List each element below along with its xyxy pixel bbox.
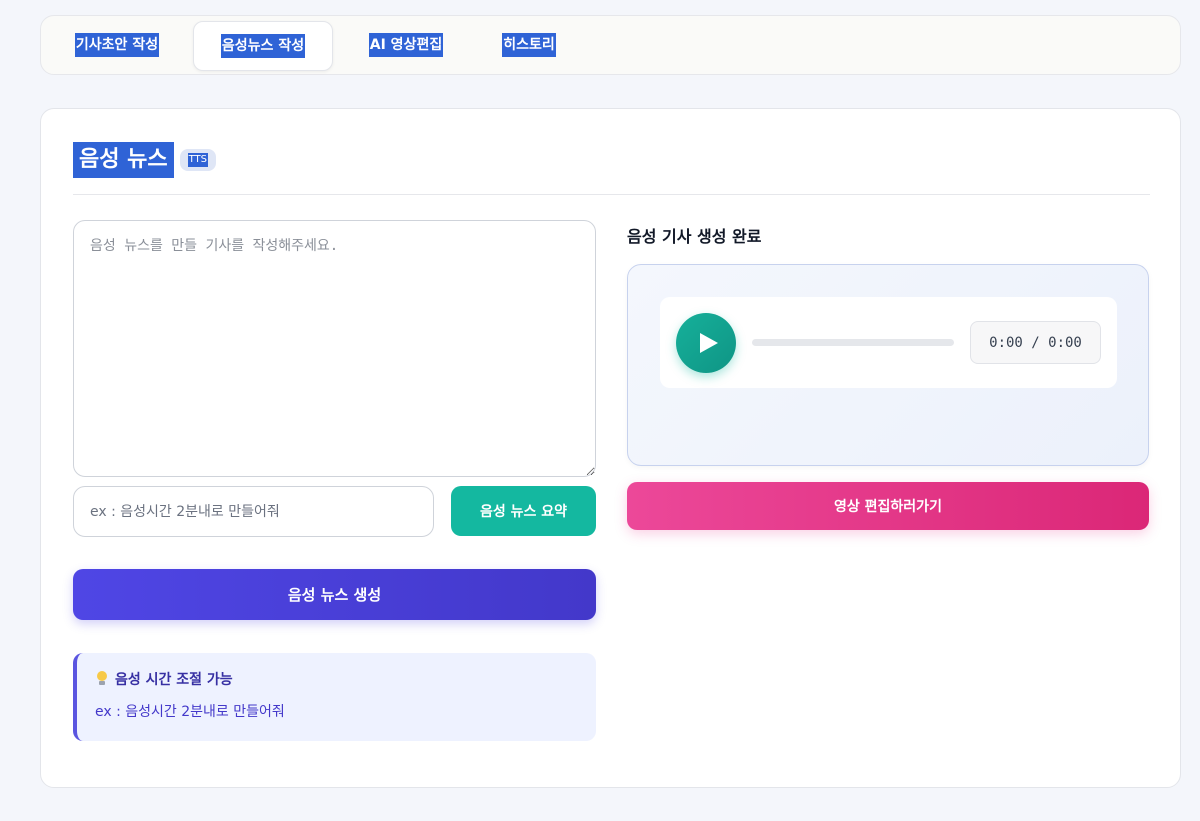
tab-audio-news[interactable]: 음성뉴스 작성 bbox=[193, 21, 333, 71]
generation-status-label: 음성 기사 생성 완료 bbox=[627, 227, 762, 246]
go-to-video-edit-button[interactable]: 영상 편집하러가기 bbox=[627, 482, 1149, 530]
lightbulb-icon bbox=[95, 670, 109, 688]
tab-label: 음성뉴스 작성 bbox=[220, 34, 306, 58]
badge-label: TTS bbox=[187, 153, 209, 167]
tip-body: ex : 음성시간 2분내로 만들어줘 bbox=[95, 704, 285, 720]
audio-result-panel: 0:00 / 0:00 bbox=[627, 264, 1149, 466]
tab-label: 히스토리 bbox=[502, 33, 556, 57]
card-header: 음성 뉴스 TTS bbox=[73, 142, 217, 178]
generate-audio-news-button[interactable]: 음성 뉴스 생성 bbox=[73, 569, 596, 620]
tab-ai-video-edit[interactable]: AI 영상편집 bbox=[359, 16, 453, 74]
play-button[interactable] bbox=[676, 313, 736, 373]
tab-label: AI 영상편집 bbox=[368, 33, 444, 57]
tip-header: 음성 시간 조절 가능 bbox=[95, 669, 578, 689]
tabs-bar: 기사초안 작성 음성뉴스 작성 AI 영상편집 히스토리 bbox=[40, 15, 1181, 75]
summarize-button[interactable]: 음성 뉴스 요약 bbox=[451, 486, 596, 536]
tip-title: 음성 시간 조절 가능 bbox=[115, 672, 233, 688]
tab-label: 기사초안 작성 bbox=[74, 33, 160, 57]
audio-player: 0:00 / 0:00 bbox=[660, 297, 1117, 388]
header-divider bbox=[73, 194, 1150, 195]
tab-history[interactable]: 히스토리 bbox=[493, 16, 565, 74]
duration-input[interactable] bbox=[73, 486, 434, 537]
tts-badge: TTS bbox=[179, 149, 217, 171]
page: 기사초안 작성 음성뉴스 작성 AI 영상편집 히스토리 음성 뉴스 TTS 음… bbox=[0, 0, 1200, 821]
tip-box: 음성 시간 조절 가능 ex : 음성시간 2분내로 만들어줘 bbox=[73, 653, 596, 741]
play-icon bbox=[700, 333, 718, 353]
audio-news-card: 음성 뉴스 TTS 음성 뉴스 요약 음성 뉴스 생성 음성 시간 조절 가능 … bbox=[40, 108, 1181, 788]
tab-article-draft[interactable]: 기사초안 작성 bbox=[67, 16, 167, 74]
time-display: 0:00 / 0:00 bbox=[970, 321, 1101, 364]
audio-progress-bar[interactable] bbox=[752, 339, 954, 346]
article-textarea[interactable] bbox=[73, 220, 596, 477]
page-title: 음성 뉴스 bbox=[73, 142, 174, 178]
